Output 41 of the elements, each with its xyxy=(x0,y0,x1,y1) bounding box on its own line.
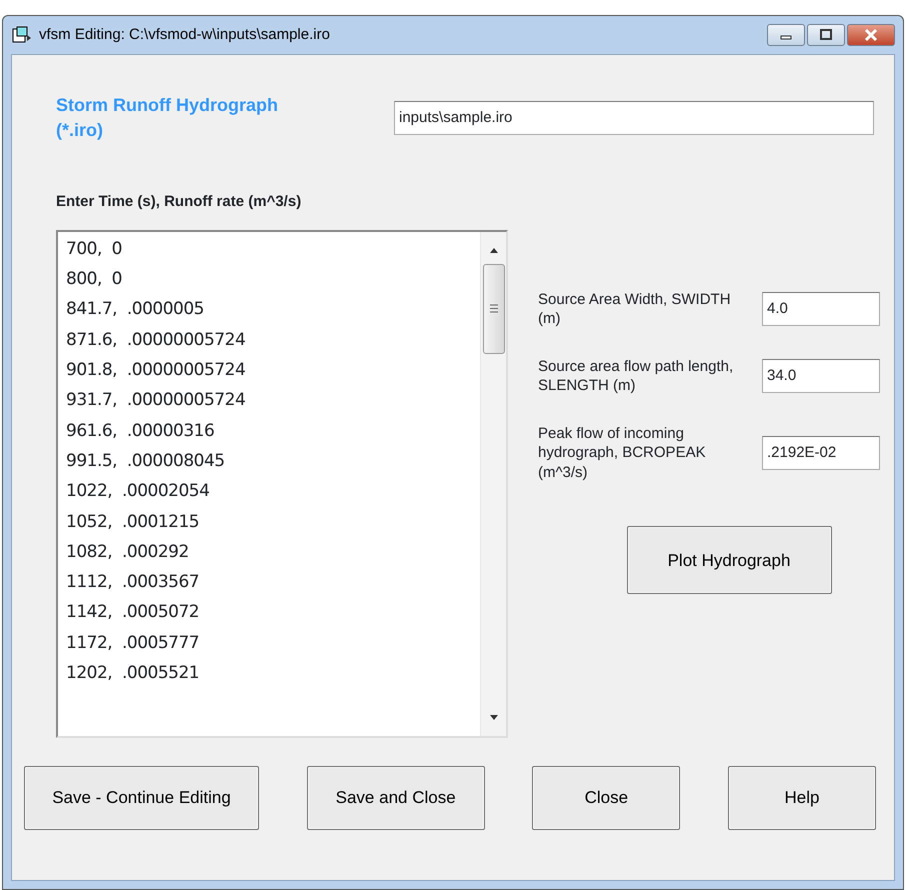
data-line: 1082, .000292 xyxy=(66,540,189,564)
app-icon xyxy=(11,25,33,45)
maximize-button[interactable] xyxy=(807,24,845,46)
dialog-button[interactable]: Close xyxy=(532,766,680,830)
data-line: 931.7, .00000005724 xyxy=(66,389,246,412)
close-icon xyxy=(863,28,879,42)
dialog-button[interactable]: Save and Close xyxy=(306,766,485,830)
data-line: 1022, .00002054 xyxy=(66,480,210,504)
maximize-icon xyxy=(819,29,833,41)
minimize-button[interactable] xyxy=(767,24,805,46)
parameter-field[interactable]: 34.0 xyxy=(762,359,880,394)
data-line: 871.6, .00000005724 xyxy=(66,328,246,352)
close-button[interactable] xyxy=(847,24,895,46)
scroll-up-icon[interactable] xyxy=(488,246,500,254)
window-title: vfsm Editing: C:\vfsmod-w\inputs\sample.iro xyxy=(39,24,330,45)
dialog-button[interactable]: Help xyxy=(728,766,876,830)
data-line: 901.8, .00000005724 xyxy=(66,359,246,382)
data-line: 1172, .0005777 xyxy=(66,632,200,655)
data-line: 961.6, .00000316 xyxy=(66,420,214,443)
data-line: 1112, .0003567 xyxy=(66,571,200,594)
form-heading: Storm Runoff Hydrograph (*.iro) xyxy=(56,94,279,142)
scroll-down-icon[interactable] xyxy=(488,714,500,722)
data-line: 1052, .0001215 xyxy=(66,510,200,534)
dialog-button[interactable]: Save - Continue Editing xyxy=(24,766,259,830)
parameter-label: Peak flow of incoming hydrograph, BCROPEAK (m^3/s) xyxy=(538,424,707,482)
data-line: 700, 0 xyxy=(66,238,122,261)
data-line: 991.5, .000008045 xyxy=(66,450,225,473)
data-line: 1142, .0005072 xyxy=(66,601,200,624)
list-label: Enter Time (s), Runoff rate (m^3/s) xyxy=(56,192,302,212)
parameter-field[interactable]: .2192E-02 xyxy=(762,436,880,470)
data-line: 1202, .0005521 xyxy=(66,662,200,686)
data-line: 800, 0 xyxy=(66,268,122,292)
data-text-area[interactable] xyxy=(56,230,508,738)
vertical-scrollbar[interactable] xyxy=(480,232,506,736)
parameter-label: Source Area Width, SWIDTH (m) xyxy=(538,290,732,329)
parameter-label: Source area flow path length, SLENGTH (m) xyxy=(538,356,734,396)
data-line: 841.7, .0000005 xyxy=(66,298,204,322)
scroll-thumb[interactable] xyxy=(482,264,504,354)
parameter-field[interactable]: 4.0 xyxy=(762,292,880,326)
file-path-field[interactable]: inputs\sample.iro xyxy=(394,101,874,135)
plot-hydrograph-button[interactable]: Plot Hydrograph xyxy=(626,526,832,594)
